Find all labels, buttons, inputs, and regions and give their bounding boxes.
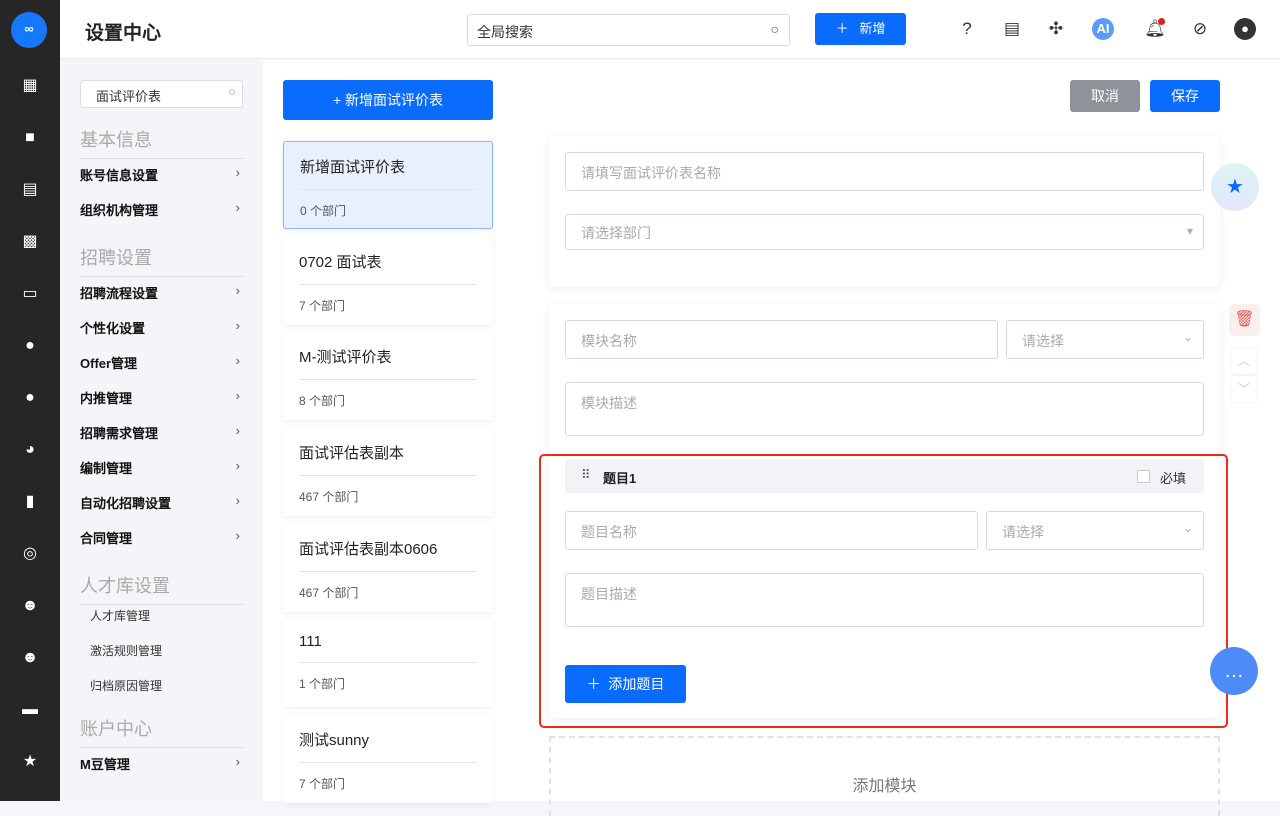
avatar-icon[interactable]: ●: [1234, 18, 1256, 40]
briefcase-icon[interactable]: ■: [20, 128, 40, 148]
page-title: 设置中心: [85, 23, 162, 44]
menu-item-offer[interactable]: Offer管理 ›: [80, 353, 240, 372]
section-recruit: 招聘设置: [80, 244, 243, 277]
list-item[interactable]: 111 1 个部门: [283, 619, 493, 707]
menu-item-talent-pool[interactable]: 人才库管理: [90, 607, 150, 624]
department-select[interactable]: 请选择部门 ▾: [565, 214, 1204, 250]
highlight-box: [539, 454, 1228, 728]
ai-icon[interactable]: AI: [1092, 18, 1114, 40]
chevron-down-icon: ⌄: [1182, 330, 1193, 344]
calendar-icon[interactable]: ▩: [20, 232, 40, 252]
add-module-area[interactable]: 添加模块: [549, 736, 1220, 816]
settings-sidebar: 面试评价表 ○ 基本信息 账号信息设置 › 组织机构管理 › 招聘设置 招聘流程设置 ›…: [60, 60, 263, 801]
wechat-icon[interactable]: ●: [20, 336, 40, 356]
basic-panel: 请填写面试评价表名称 请选择部门 ▾: [549, 136, 1220, 287]
move-up-icon[interactable]: ︿: [1232, 348, 1256, 374]
section-talent: 人才库设置: [80, 572, 243, 605]
editor: 取消 保存 请填写面试评价表名称 请选择部门 ▾ 模块名称 请选择 ⌄ 模块描述 ⠿…: [513, 60, 1280, 816]
add-evaluation-button[interactable]: + 新增面试评价表: [283, 80, 493, 120]
global-search-input[interactable]: 全局搜索 ○: [467, 14, 790, 46]
chevron-right-icon: ›: [235, 388, 240, 403]
list-item[interactable]: 面试评估表副本0606 467 个部门: [283, 524, 493, 612]
list-item[interactable]: 新增面试评价表 0 个部门: [283, 141, 493, 229]
resume-icon[interactable]: ▤: [20, 180, 40, 200]
search-icon: ○: [770, 21, 779, 37]
star-icon[interactable]: ★: [20, 752, 40, 772]
add-module-label: 添加模块: [852, 778, 917, 795]
favorite-icon[interactable]: ★: [1211, 163, 1259, 211]
chevron-right-icon: ›: [235, 353, 240, 368]
delete-module-icon[interactable]: 🗑︎: [1229, 304, 1260, 336]
sidebar-search-value: 面试评价表: [96, 89, 162, 104]
menu-item-activation[interactable]: 激活规则管理: [90, 642, 162, 659]
chevron-right-icon: ›: [235, 165, 240, 180]
menu-item-demand[interactable]: 招聘需求管理 ›: [80, 423, 240, 442]
chat-icon[interactable]: …: [1210, 647, 1258, 695]
module-description-input[interactable]: 模块描述: [565, 382, 1204, 436]
list-item[interactable]: 面试评估表副本 467 个部门: [283, 428, 493, 516]
chevron-right-icon: ›: [235, 458, 240, 473]
top-bar: 设置中心 全局搜索 ○ ＋ 新增 ? ▤ ✣ AI 🔔︎ ⊘ ●: [60, 0, 1280, 59]
dashboard-icon[interactable]: ▦: [20, 76, 40, 96]
section-basic: 基本信息: [80, 126, 243, 159]
search-placeholder: 全局搜索: [477, 24, 533, 40]
users-icon[interactable]: ☻: [20, 596, 40, 616]
cancel-button[interactable]: 取消: [1070, 80, 1140, 112]
search-icon: ○: [228, 84, 236, 99]
menu-item-account[interactable]: 账号信息设置 ›: [80, 165, 240, 184]
caret-down-icon: ▾: [1186, 224, 1193, 238]
menu-item-archive[interactable]: 归档原因管理: [90, 677, 162, 694]
id-card-icon[interactable]: ▭: [20, 284, 40, 304]
user-settings-icon[interactable]: ☻: [20, 648, 40, 668]
evaluation-list: + 新增面试评价表 新增面试评价表 0 个部门 0702 面试表 7 个部门 M-测…: [263, 60, 513, 803]
section-account: 账户中心: [80, 715, 243, 748]
bar-chart-icon[interactable]: ▮: [20, 492, 40, 512]
menu-item-automation[interactable]: 自动化招聘设置 ›: [80, 493, 240, 512]
move-down-icon[interactable]: ﹀: [1232, 376, 1256, 402]
plugin-icon[interactable]: ✣: [1045, 18, 1067, 40]
chevron-right-icon: ›: [235, 283, 240, 298]
new-button[interactable]: ＋ 新增: [815, 13, 906, 45]
evaluation-name-input[interactable]: 请填写面试评价表名称: [565, 152, 1204, 191]
module-type-select[interactable]: 请选择 ⌄: [1006, 320, 1204, 359]
list-item[interactable]: M-测试评价表 8 个部门: [283, 332, 493, 420]
menu-item-personalize[interactable]: 个性化设置 ›: [80, 318, 240, 337]
menu-item-contract[interactable]: 合同管理 ›: [80, 528, 240, 547]
talent-icon[interactable]: ◎: [20, 544, 40, 564]
app-rail: ∞ ▦ ■ ▤ ▩ ▭ ● ● ◕ ▮ ◎ ☻ ☻ ▬ ★: [0, 0, 60, 801]
menu-item-process[interactable]: 招聘流程设置 ›: [80, 283, 240, 302]
chevron-right-icon: ›: [235, 528, 240, 543]
new-label: 新增: [859, 21, 886, 36]
module-name-input[interactable]: 模块名称: [565, 320, 998, 359]
sidebar-search-input[interactable]: 面试评价表 ○: [80, 80, 243, 108]
menu-item-headcount[interactable]: 编制管理 ›: [80, 458, 240, 477]
chevron-right-icon: ›: [235, 754, 240, 769]
chevron-right-icon: ›: [235, 318, 240, 333]
bell-icon[interactable]: 🔔︎: [1144, 18, 1166, 40]
save-button[interactable]: 保存: [1150, 80, 1220, 112]
menu-item-referral[interactable]: 内推管理 ›: [80, 388, 240, 407]
logo[interactable]: ∞: [11, 12, 47, 48]
help-icon[interactable]: ?: [956, 18, 978, 40]
pie-chart-icon[interactable]: ◕: [20, 440, 40, 460]
chevron-right-icon: ›: [235, 423, 240, 438]
list-item[interactable]: 测试sunny 7 个部门: [283, 715, 493, 803]
chevron-right-icon: ›: [235, 493, 240, 508]
link-icon[interactable]: ⊘: [1189, 18, 1211, 40]
docs-icon[interactable]: ▤: [1001, 18, 1023, 40]
chevron-right-icon: ›: [235, 200, 240, 215]
menu-item-org[interactable]: 组织机构管理 ›: [80, 200, 240, 219]
menu-item-mbean[interactable]: M豆管理 ›: [80, 754, 240, 773]
list-item[interactable]: 0702 面试表 7 个部门: [283, 237, 493, 325]
message-icon[interactable]: ▬: [20, 700, 40, 720]
thumb-up-icon[interactable]: ●: [20, 388, 40, 408]
